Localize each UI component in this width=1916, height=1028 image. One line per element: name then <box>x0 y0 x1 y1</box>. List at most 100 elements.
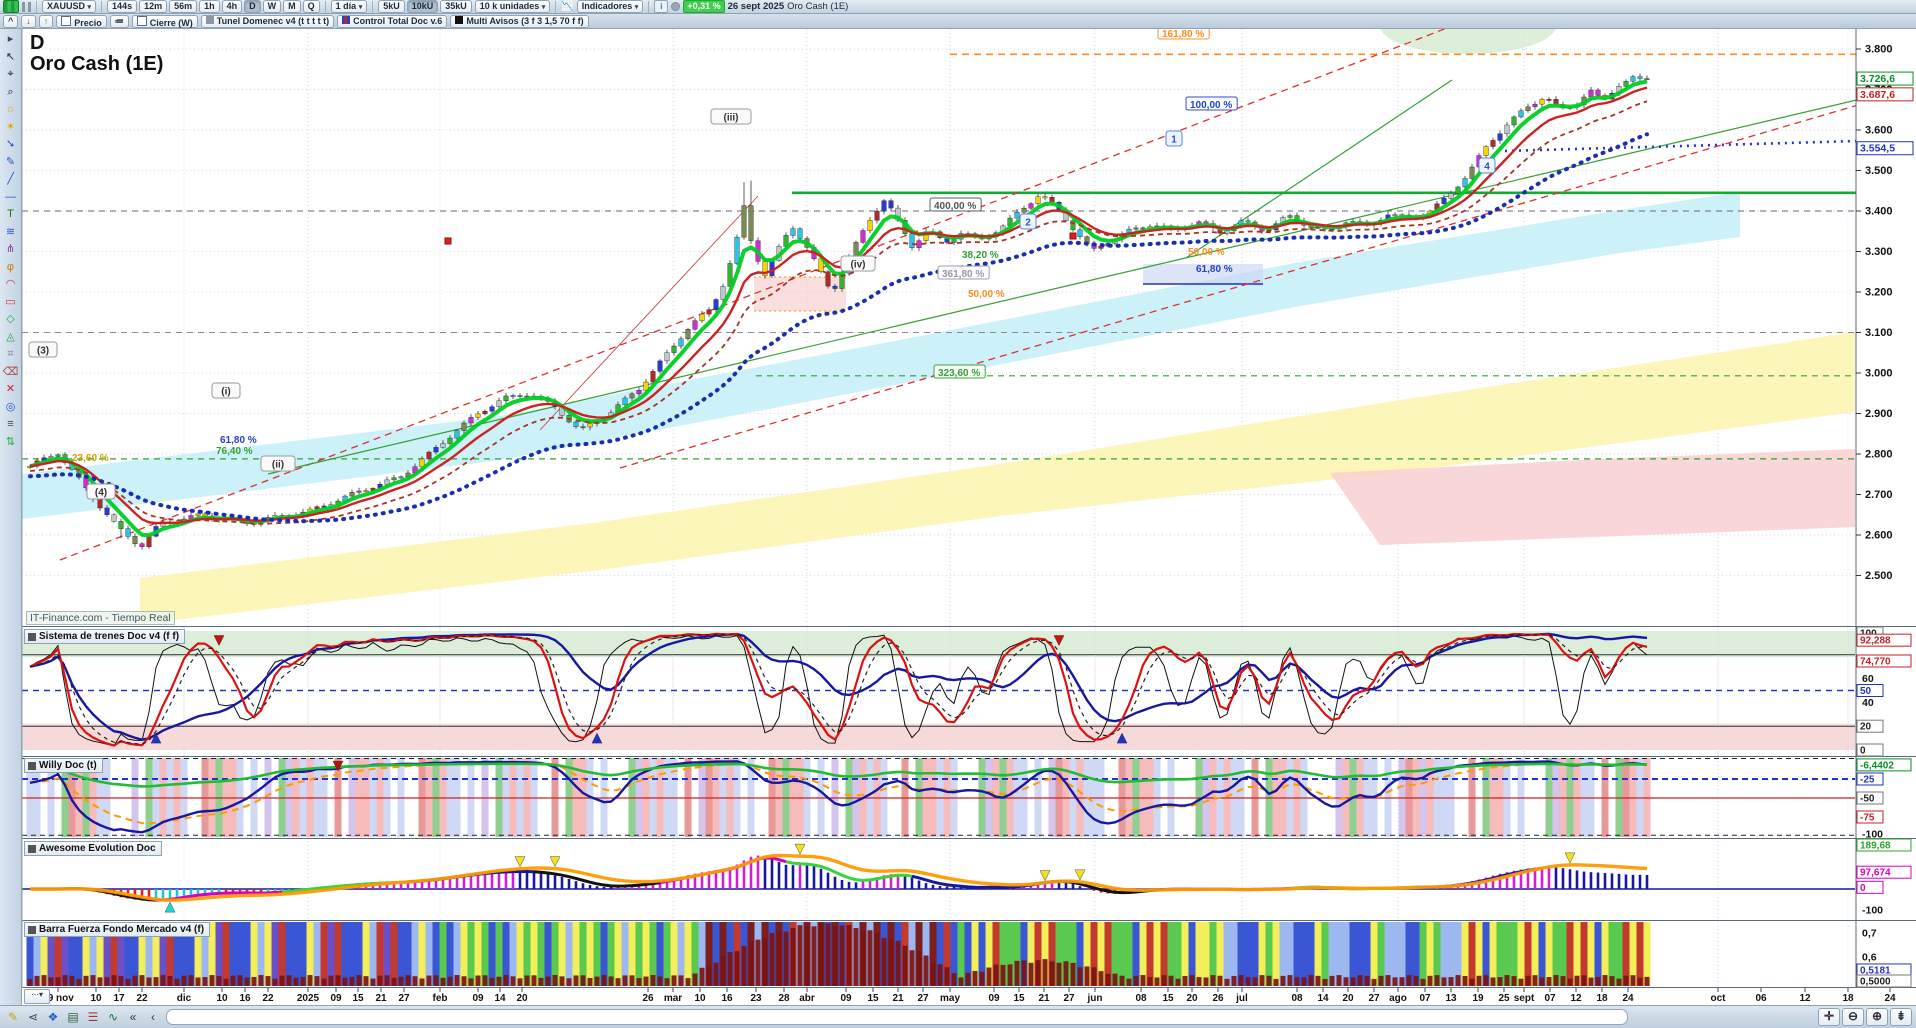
date-axis-options-button[interactable]: ⋯▾ <box>24 989 50 1004</box>
svg-text:38,20 %: 38,20 % <box>962 250 999 261</box>
collapse-button[interactable]: ^ <box>3 15 18 28</box>
sell-arrow-button[interactable]: ↓ <box>21 15 36 28</box>
rect-icon[interactable]: ▭ <box>2 294 20 312</box>
drawing-tool-palette: ▸↖⌖⌕☼✶➘✎╱―T≋⋔φ◠▭◇◬⌗⌫✕◎≡⇅ <box>0 29 22 1005</box>
panel-barra-fuerza[interactable] <box>27 922 1651 986</box>
timeframe-button-4h[interactable]: 4h <box>222 0 243 13</box>
wave-label[interactable]: (3) <box>29 342 57 357</box>
wave-label[interactable]: (i) <box>212 383 240 398</box>
crosshair-icon[interactable]: ⌖ <box>2 66 20 84</box>
zoom-in-icon[interactable]: ⊕ <box>1866 1008 1888 1026</box>
overlay-toggle-2[interactable]: Cierre (W) <box>132 15 198 28</box>
svg-text:0: 0 <box>1860 746 1866 757</box>
wave-label[interactable]: (4) <box>87 484 115 499</box>
text-icon[interactable]: T <box>2 206 20 224</box>
svg-text:09: 09 <box>840 993 852 1004</box>
panel-header-1[interactable]: Sistema de trenes Doc v4 (f f) <box>24 629 185 644</box>
svg-text:dic: dic <box>177 993 192 1004</box>
svg-text:(i): (i) <box>221 387 230 398</box>
legend-list-button[interactable]: ≔ <box>110 15 129 28</box>
svg-text:3.500: 3.500 <box>1865 165 1893 177</box>
pan-icon[interactable]: ✛ <box>1818 1008 1840 1026</box>
indicators-dropdown[interactable]: Indicadores ▾ <box>577 0 644 13</box>
pencil-icon[interactable]: ✎ <box>2 154 20 172</box>
delete-icon[interactable]: ✕ <box>2 381 20 399</box>
overlay-toggle-1[interactable]: Precio <box>56 15 107 28</box>
hline-icon[interactable]: ― <box>2 189 20 207</box>
svg-text:161,80 %: 161,80 % <box>1162 29 1204 40</box>
message-input[interactable] <box>166 1009 1628 1025</box>
mini-chart-icon[interactable]: ∿ <box>104 1009 122 1025</box>
triangle-icon[interactable]: ◬ <box>2 329 20 347</box>
zoom-icon[interactable]: ⌕ <box>2 84 20 102</box>
wave-label[interactable]: (iv) <box>841 256 875 271</box>
wave-label[interactable]: (iii) <box>711 109 751 124</box>
chevrons-icon[interactable]: « <box>124 1009 142 1025</box>
chevron-icon[interactable]: ‹ <box>144 1009 162 1025</box>
share-icon[interactable]: ⋖ <box>24 1009 42 1025</box>
sun-icon[interactable]: ☼ <box>2 101 20 119</box>
zoom-out-icon[interactable]: ⊖ <box>1842 1008 1864 1026</box>
timeframe-button-12m[interactable]: 12m <box>139 0 167 13</box>
alert-marker[interactable] <box>445 238 451 244</box>
panel-header-4[interactable]: Barra Fuerza Fondo Mercado v4 (f) <box>24 922 210 937</box>
panel-header-2[interactable]: Willy Doc (t) <box>24 758 103 773</box>
buy-arrow-button[interactable]: ↑ <box>39 15 54 28</box>
overlay-toggle-3[interactable]: Tunel Domenec v4 (t t t t t) <box>201 15 334 28</box>
list-icon[interactable]: ≡ <box>2 416 20 434</box>
diamond-icon[interactable]: ◇ <box>2 311 20 329</box>
swap-icon[interactable]: ⇅ <box>2 434 20 452</box>
document-icon[interactable]: ▤ <box>64 1009 82 1025</box>
chat-icon[interactable]: ❖ <box>44 1009 62 1025</box>
timeframe-button-144s[interactable]: 144s <box>107 0 137 13</box>
eraser-icon[interactable]: ⌫ <box>2 364 20 382</box>
symbol-dropdown[interactable]: XAUUSD ▾ <box>42 0 96 13</box>
target-icon[interactable]: ◎ <box>2 399 20 417</box>
fibonacci-icon[interactable]: φ <box>2 259 20 277</box>
wave-label[interactable]: (ii) <box>261 456 295 471</box>
svg-text:0: 0 <box>1860 883 1866 894</box>
channel-icon[interactable]: ≋ <box>2 224 20 242</box>
svg-text:100,00 %: 100,00 % <box>1190 100 1232 111</box>
pointer-icon[interactable]: ↖ <box>2 49 20 67</box>
period-dropdown[interactable]: 1 día ▾ <box>331 0 368 13</box>
indicator-list-icon[interactable]: ☰ <box>84 1009 102 1025</box>
arc-icon[interactable]: ◠ <box>2 276 20 294</box>
wave-label[interactable]: 2 <box>1020 214 1036 229</box>
unit-button-5ku[interactable]: 5kU <box>378 0 405 13</box>
chart-canvas[interactable]: 161,80 %100,00 %400,00 %50,00 %61,80 %38… <box>0 0 1916 1028</box>
autoscroll-icon[interactable]: ⇟ <box>1890 1008 1912 1026</box>
timeframe-button-w[interactable]: W <box>263 0 282 13</box>
collapse-icon[interactable]: ▸ <box>2 31 20 49</box>
fib-zone-pink <box>754 277 846 311</box>
unit-button-10ku[interactable]: 10kU <box>407 0 439 13</box>
app-logo-icon[interactable] <box>3 0 19 13</box>
wave-label[interactable]: 1 <box>1166 131 1182 146</box>
svg-text:(3): (3) <box>37 346 49 357</box>
alert-marker[interactable] <box>1070 233 1076 239</box>
panel-willy[interactable] <box>22 758 1855 837</box>
grid-icon[interactable]: ⌗ <box>2 346 20 364</box>
timeframe-button-56m[interactable]: 56m <box>169 0 197 13</box>
svg-text:-100: -100 <box>1862 905 1883 917</box>
timeframe-button-1h[interactable]: 1h <box>199 0 220 13</box>
arrow-draw-icon[interactable]: ➘ <box>2 136 20 154</box>
overlay-toggle-5[interactable]: Multi Avisos (3 f 3 1,5 70 f f) <box>450 15 588 28</box>
timeframe-button-q[interactable]: Q <box>303 0 320 13</box>
pause-icon[interactable] <box>22 2 31 12</box>
svg-text:15: 15 <box>1013 993 1025 1004</box>
units-dropdown[interactable]: 10 k unidades ▾ <box>475 0 551 13</box>
pitchfork-icon[interactable]: ⋔ <box>2 241 20 259</box>
trendline-icon[interactable]: ╱ <box>2 171 20 189</box>
star-icon[interactable]: ✶ <box>2 119 20 137</box>
unit-button-35ku[interactable]: 35kU <box>440 0 472 13</box>
notes-pencil-icon[interactable]: ✎ <box>4 1009 22 1025</box>
svg-text:19: 19 <box>1472 993 1484 1004</box>
wave-label[interactable]: 4 <box>1479 158 1495 173</box>
timeframe-button-d[interactable]: D <box>244 0 261 13</box>
svg-text:12: 12 <box>1799 993 1811 1004</box>
panel-header-3[interactable]: Awesome Evolution Doc <box>24 841 162 856</box>
timeframe-button-m[interactable]: M <box>283 0 301 13</box>
info-button[interactable]: i <box>654 0 668 13</box>
overlay-toggle-4[interactable]: Control Total Doc v.6 <box>337 15 447 28</box>
